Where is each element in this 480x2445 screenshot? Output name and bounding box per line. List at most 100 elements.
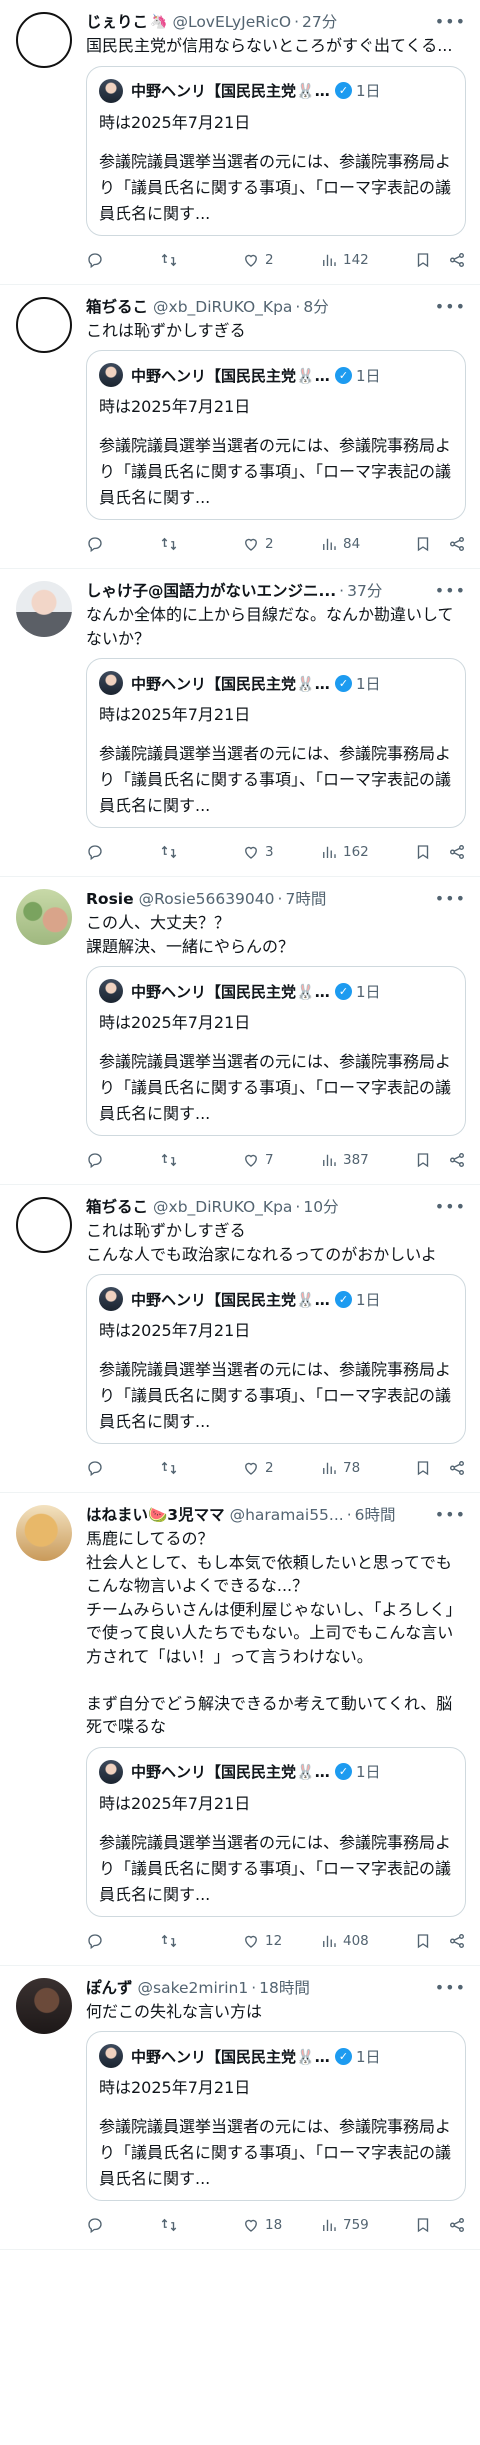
user-handle[interactable]: @Rosie56639040 — [139, 888, 275, 910]
like-button[interactable]: 2 — [242, 1459, 320, 1477]
user-handle[interactable]: @sake2mirin1 — [138, 1977, 249, 1999]
quoted-post[interactable]: 中野ヘンリ【国民民主党🐰🐰 ✓ 1日 時は2025年7月21日 参議院議員選挙当… — [86, 1274, 466, 1444]
retweet-button[interactable] — [160, 2216, 242, 2234]
quoted-display-name: 中野ヘンリ【国民民主党🐰🐰 — [131, 982, 331, 1001]
views-button[interactable]: 78 — [320, 1459, 404, 1477]
bookmark-icon[interactable] — [414, 2216, 432, 2234]
avatar[interactable] — [16, 1197, 72, 1253]
share-icon[interactable] — [448, 843, 466, 861]
avatar[interactable] — [16, 296, 72, 353]
views-button[interactable]: 142 — [320, 251, 404, 269]
bookmark-icon[interactable] — [414, 1151, 432, 1169]
share-icon[interactable] — [448, 1459, 466, 1477]
reply-button[interactable] — [86, 843, 160, 861]
like-button[interactable]: 2 — [242, 251, 320, 269]
reply-button[interactable] — [86, 2216, 160, 2234]
views-button[interactable]: 84 — [320, 535, 404, 553]
bookmark-icon[interactable] — [414, 251, 432, 269]
user-handle[interactable]: @haramai55... — [230, 1504, 344, 1526]
post-time[interactable]: 7時間 — [285, 888, 326, 910]
more-icon[interactable]: ••• — [435, 1505, 466, 1524]
reply-button[interactable] — [86, 535, 160, 553]
reply-button[interactable] — [86, 1459, 160, 1477]
retweet-icon — [161, 1934, 177, 1947]
display-name[interactable]: はねまい🍉3児ママ — [86, 1504, 225, 1526]
display-name[interactable]: 箱ぢるこ — [86, 296, 148, 318]
verified-badge-icon: ✓ — [335, 1763, 352, 1780]
quoted-post[interactable]: 中野ヘンリ【国民民主党🐰🐰 ✓ 1日 時は2025年7月21日 参議院議員選挙当… — [86, 1746, 466, 1917]
bookmark-icon[interactable] — [414, 1459, 432, 1477]
retweet-button[interactable] — [160, 1151, 242, 1169]
share-icon[interactable] — [448, 1151, 466, 1169]
user-handle[interactable]: @xb_DiRUKO_Kpa — [153, 1196, 292, 1218]
post-time[interactable]: 18時間 — [259, 1977, 310, 1999]
views-button[interactable]: 387 — [320, 1151, 404, 1169]
views-button[interactable]: 759 — [320, 2216, 404, 2234]
views-button[interactable]: 408 — [320, 1932, 404, 1950]
display-name[interactable]: じぇりこ — [86, 11, 148, 33]
reply-post[interactable]: 箱ぢるこ @xb_DiRUKO_Kpa · 10分 ••• これは恥ずかしすぎる… — [0, 1185, 480, 1493]
quoted-post[interactable]: 中野ヘンリ【国民民主党🐰🐰 ✓ 1日 時は2025年7月21日 参議院議員選挙当… — [86, 2031, 466, 2201]
reply-post[interactable]: しゃけ子@国語力がないエンジニ... · 37分 ••• なんか全体的に上から目… — [0, 569, 480, 877]
quoted-post[interactable]: 中野ヘンリ【国民民主党🐰🐰 ✓ 1日 時は2025年7月21日 参議院議員選挙当… — [86, 966, 466, 1136]
retweet-button[interactable] — [160, 535, 242, 553]
bookmark-icon[interactable] — [414, 535, 432, 553]
quoted-body: 参議院議員選挙当選者の元には、参議院事務局より「議員氏名に関する事項」、「ローマ… — [99, 1832, 452, 1904]
post-time[interactable]: 8分 — [303, 296, 328, 318]
share-icon[interactable] — [448, 2216, 466, 2234]
share-icon[interactable] — [448, 1932, 466, 1950]
avatar[interactable] — [16, 12, 72, 68]
share-icon[interactable] — [448, 251, 466, 269]
retweet-button[interactable] — [160, 1932, 242, 1950]
post-time[interactable]: 27分 — [302, 11, 337, 33]
display-name[interactable]: ぽんず — [86, 1977, 133, 1999]
display-name[interactable]: Rosie — [86, 888, 134, 910]
like-button[interactable]: 12 — [242, 1932, 320, 1950]
more-icon[interactable]: ••• — [435, 581, 466, 600]
bookmark-icon[interactable] — [414, 1932, 432, 1950]
like-button[interactable]: 18 — [242, 2216, 320, 2234]
more-icon[interactable]: ••• — [435, 1978, 466, 1997]
quoted-post[interactable]: 中野ヘンリ【国民民主党🐰🐰 ✓ 1日 時は2025年7月21日 参議院議員選挙当… — [86, 658, 466, 828]
retweet-button[interactable] — [160, 843, 242, 861]
retweet-icon — [161, 1461, 177, 1475]
reply-button[interactable] — [86, 1932, 160, 1950]
post-header: しゃけ子@国語力がないエンジニ... · 37分 — [86, 579, 466, 603]
retweet-button[interactable] — [160, 251, 242, 269]
quoted-post[interactable]: 中野ヘンリ【国民民主党🐰🐰 ✓ 1日 時は2025年7月21日 参議院議員選挙当… — [86, 350, 466, 520]
user-handle[interactable]: @xb_DiRUKO_Kpa — [153, 296, 292, 318]
avatar[interactable] — [16, 1977, 72, 2034]
reply-post[interactable]: 箱ぢるこ @xb_DiRUKO_Kpa · 8分 ••• これは恥ずかしすぎる … — [0, 285, 480, 569]
reply-icon — [88, 845, 102, 861]
user-handle[interactable]: @LovELyJeRicO — [172, 11, 291, 33]
more-icon[interactable]: ••• — [435, 297, 466, 316]
reply-post[interactable]: Rosie @Rosie56639040 · 7時間 ••• この人、大丈夫？？… — [0, 877, 480, 1185]
views-count: 408 — [343, 1932, 369, 1949]
views-button[interactable]: 162 — [320, 843, 404, 861]
avatar[interactable] — [16, 581, 72, 637]
views-count: 162 — [343, 844, 369, 860]
display-name[interactable]: しゃけ子@国語力がないエンジニ... — [86, 580, 336, 602]
more-icon[interactable]: ••• — [435, 12, 466, 31]
reply-post[interactable]: はねまい🍉3児ママ @haramai55... · 6時間 ••• 馬鹿にしてる… — [0, 1493, 480, 1966]
avatar[interactable] — [16, 889, 72, 945]
reply-post[interactable]: じぇりこ 🦄 @LovELyJeRicO · 27分 ••• 国民民主党が信用な… — [0, 0, 480, 285]
reply-post[interactable]: ぽんず @sake2mirin1 · 18時間 ••• 何だこの失礼な言い方は … — [0, 1966, 480, 2250]
post-time[interactable]: 10分 — [303, 1196, 338, 1218]
like-button[interactable]: 3 — [242, 843, 320, 861]
display-name[interactable]: 箱ぢるこ — [86, 1196, 148, 1218]
quoted-post[interactable]: 中野ヘンリ【国民民主党🐰🐰 ✓ 1日 時は2025年7月21日 参議院議員選挙当… — [86, 65, 466, 236]
reply-button[interactable] — [86, 251, 160, 269]
like-button[interactable]: 2 — [242, 535, 320, 553]
post-time[interactable]: 37分 — [347, 580, 382, 602]
like-button[interactable]: 7 — [242, 1151, 320, 1169]
avatar[interactable] — [16, 1505, 72, 1561]
post-time[interactable]: 6時間 — [355, 1504, 396, 1526]
more-icon[interactable]: ••• — [435, 1197, 466, 1216]
reply-button[interactable] — [86, 1151, 160, 1169]
retweet-button[interactable] — [160, 1459, 242, 1477]
quoted-time: 1日 — [356, 2047, 381, 2066]
bookmark-icon[interactable] — [414, 843, 432, 861]
share-icon[interactable] — [448, 535, 466, 553]
more-icon[interactable]: ••• — [435, 889, 466, 908]
